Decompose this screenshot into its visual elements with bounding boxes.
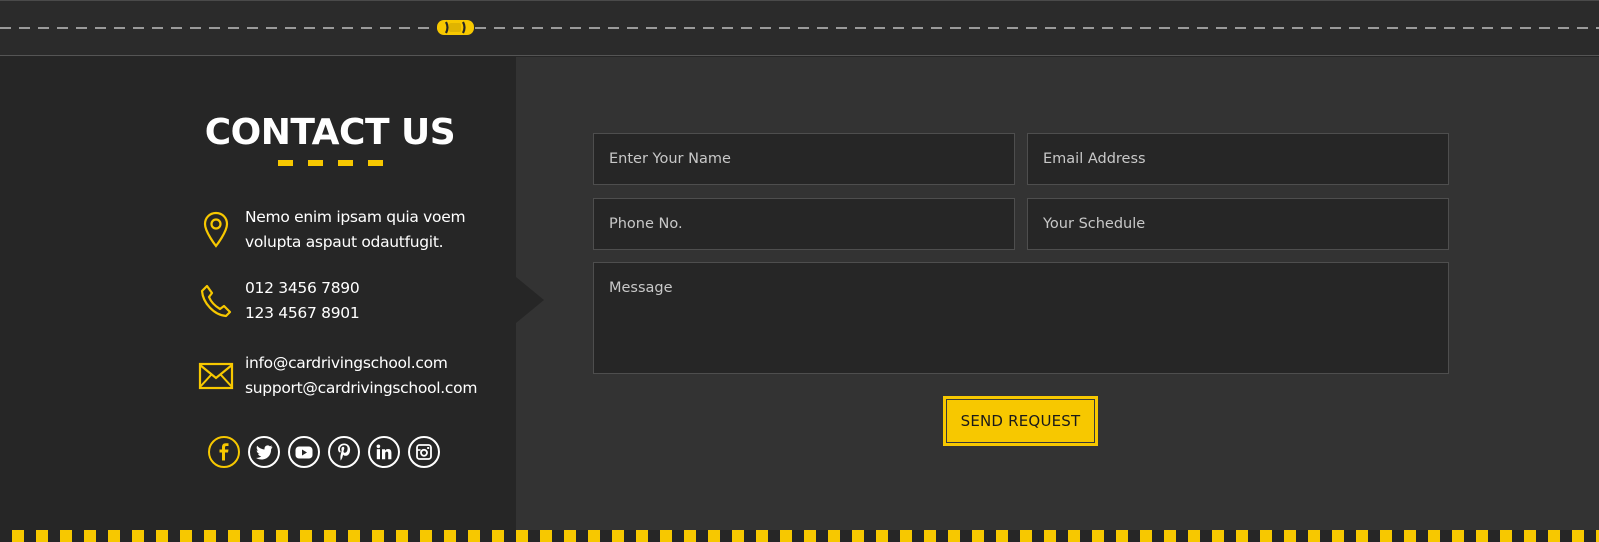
name-input[interactable] [593, 133, 1015, 185]
email-input[interactable] [1027, 133, 1449, 185]
email-address-2[interactable]: support@cardrivingschool.com [245, 376, 477, 401]
facebook-icon[interactable] [208, 436, 240, 468]
address-row: Nemo enim ipsam quia voem volupta aspaut… [196, 205, 466, 255]
email-address-1[interactable]: info@cardrivingschool.com [245, 351, 477, 376]
phone-row: 012 3456 7890 123 4567 8901 [196, 276, 360, 326]
phone-input[interactable] [593, 198, 1015, 250]
address-line-1: Nemo enim ipsam quia voem [245, 208, 466, 226]
contact-section: CONTACT US Nemo enim ipsam quia voem vol… [0, 0, 1599, 542]
road-dashed-line [0, 27, 1599, 29]
schedule-input[interactable] [1027, 198, 1449, 250]
phone-number-2[interactable]: 123 4567 8901 [245, 301, 360, 326]
heading-underline-dashes [278, 160, 384, 166]
phone-icon [196, 281, 236, 321]
contact-form: SEND REQUEST [516, 57, 1599, 530]
envelope-icon [196, 356, 236, 396]
contact-info-panel: CONTACT US Nemo enim ipsam quia voem vol… [0, 57, 516, 530]
youtube-icon[interactable] [288, 436, 320, 468]
address-line-2: volupta aspaut odautfugit. [245, 233, 444, 251]
checkered-strip [0, 530, 1599, 542]
car-icon [437, 20, 474, 35]
send-request-button[interactable]: SEND REQUEST [943, 396, 1098, 446]
map-pin-icon [196, 210, 236, 250]
instagram-icon[interactable] [408, 436, 440, 468]
social-links [208, 436, 440, 468]
phone-number-1[interactable]: 012 3456 7890 [245, 276, 360, 301]
panel-pointer-arrow [516, 277, 544, 323]
email-row: info@cardrivingschool.com support@cardri… [196, 351, 477, 401]
linkedin-icon[interactable] [368, 436, 400, 468]
pinterest-icon[interactable] [328, 436, 360, 468]
twitter-icon[interactable] [248, 436, 280, 468]
message-textarea[interactable] [593, 262, 1449, 374]
road-divider [0, 0, 1599, 56]
